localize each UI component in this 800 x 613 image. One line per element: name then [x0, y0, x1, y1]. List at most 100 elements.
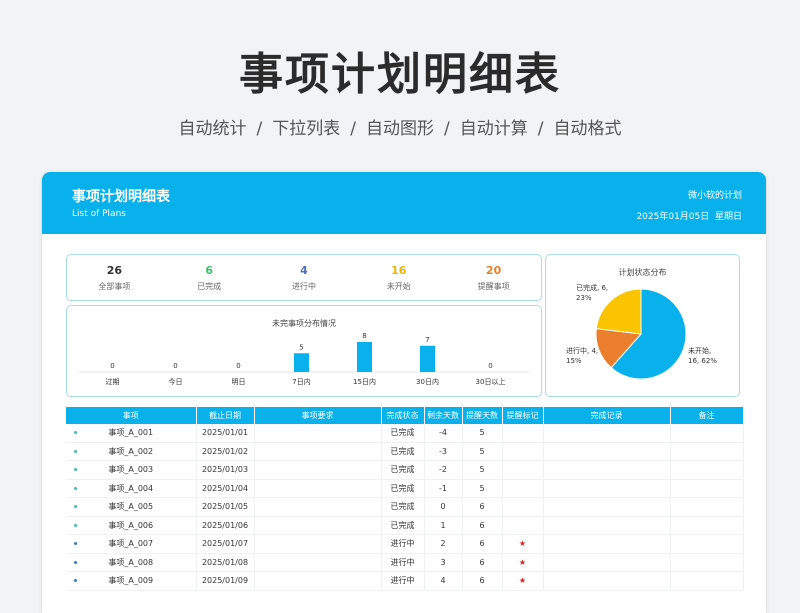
- column-header[interactable]: 事项要求: [254, 407, 382, 424]
- table-cell-note[interactable]: [670, 516, 744, 535]
- table-cell-mark[interactable]: [502, 497, 544, 517]
- table-row[interactable]: 事项_A_001 2025/01/01 已完成 -4 5: [66, 424, 744, 443]
- column-header[interactable]: 剩余天数: [424, 407, 463, 424]
- table-cell-remain[interactable]: 2: [424, 534, 463, 554]
- table-cell-record[interactable]: [543, 442, 671, 461]
- table-cell-date[interactable]: 2025/01/03: [196, 460, 255, 480]
- table-cell-remind[interactable]: 5: [462, 424, 503, 443]
- table-cell-remind[interactable]: 5: [462, 442, 503, 461]
- table-cell-status[interactable]: 已完成: [381, 516, 425, 535]
- table-cell-mark[interactable]: [502, 516, 544, 535]
- table-cell-status[interactable]: 进行中: [381, 553, 425, 572]
- table-cell-date[interactable]: 2025/01/08: [196, 553, 255, 572]
- table-cell-req[interactable]: [254, 553, 382, 572]
- table-cell-name[interactable]: 事项_A_009: [66, 571, 197, 591]
- table-row[interactable]: 事项_A_005 2025/01/05 已完成 0 6: [66, 497, 744, 517]
- table-cell-remind[interactable]: 5: [462, 460, 503, 480]
- table-cell-remind[interactable]: 6: [462, 571, 503, 591]
- table-cell-record[interactable]: [543, 516, 671, 535]
- table-cell-date[interactable]: 2025/01/09: [196, 571, 255, 591]
- table-cell-name[interactable]: 事项_A_006: [66, 516, 197, 535]
- table-row[interactable]: 事项_A_007 2025/01/07 进行中 2 6 ★: [66, 534, 744, 554]
- table-cell-note[interactable]: [670, 460, 744, 480]
- table-cell-req[interactable]: [254, 479, 382, 498]
- table-cell-status[interactable]: 进行中: [381, 571, 425, 591]
- table-cell-mark[interactable]: [502, 424, 544, 443]
- table-cell-note[interactable]: [670, 497, 744, 517]
- table-cell-note[interactable]: [670, 424, 744, 443]
- table-row[interactable]: 事项_A_002 2025/01/02 已完成 -3 5: [66, 442, 744, 461]
- table-cell-remind[interactable]: 6: [462, 553, 503, 572]
- table-cell-mark[interactable]: [502, 442, 544, 461]
- table-cell-mark[interactable]: ★: [502, 571, 544, 591]
- table-cell-req[interactable]: [254, 442, 382, 461]
- table-cell-note[interactable]: [670, 442, 744, 461]
- table-cell-note[interactable]: [670, 534, 744, 554]
- table-row[interactable]: 事项_A_008 2025/01/08 进行中 3 6 ★: [66, 553, 744, 572]
- table-cell-remain[interactable]: -1: [424, 479, 463, 498]
- table-cell-name[interactable]: 事项_A_007: [66, 534, 197, 554]
- feature-separator: /: [350, 119, 356, 139]
- table-row[interactable]: 事项_A_006 2025/01/06 已完成 1 6: [66, 516, 744, 535]
- table-cell-mark[interactable]: [502, 479, 544, 498]
- table-cell-note[interactable]: [670, 571, 744, 591]
- table-cell-record[interactable]: [543, 497, 671, 517]
- table-cell-remain[interactable]: 1: [424, 516, 463, 535]
- table-cell-mark[interactable]: ★: [502, 553, 544, 572]
- table-cell-record[interactable]: [543, 424, 671, 443]
- table-cell-status[interactable]: 已完成: [381, 442, 425, 461]
- table-cell-name[interactable]: 事项_A_002: [66, 442, 197, 461]
- table-cell-record[interactable]: [543, 479, 671, 498]
- table-cell-status[interactable]: 已完成: [381, 424, 425, 443]
- table-cell-remind[interactable]: 5: [462, 479, 503, 498]
- table-cell-remain[interactable]: -3: [424, 442, 463, 461]
- table-cell-record[interactable]: [543, 534, 671, 554]
- table-cell-req[interactable]: [254, 534, 382, 554]
- table-cell-remind[interactable]: 6: [462, 534, 503, 554]
- table-cell-record[interactable]: [543, 460, 671, 480]
- table-cell-date[interactable]: 2025/01/02: [196, 442, 255, 461]
- table-cell-date[interactable]: 2025/01/04: [196, 479, 255, 498]
- table-cell-remind[interactable]: 6: [462, 516, 503, 535]
- table-cell-date[interactable]: 2025/01/07: [196, 534, 255, 554]
- column-header[interactable]: 截止日期: [196, 407, 255, 424]
- table-row[interactable]: 事项_A_003 2025/01/03 已完成 -2 5: [66, 460, 744, 480]
- table-cell-remain[interactable]: 3: [424, 553, 463, 572]
- column-header[interactable]: 提醒天数: [462, 407, 503, 424]
- column-header[interactable]: 完成状态: [381, 407, 425, 424]
- table-cell-note[interactable]: [670, 553, 744, 572]
- table-cell-req[interactable]: [254, 424, 382, 443]
- column-header[interactable]: 事项: [66, 407, 197, 424]
- table-cell-name[interactable]: 事项_A_001: [66, 424, 197, 443]
- column-header[interactable]: 完成记录: [543, 407, 671, 424]
- table-row[interactable]: 事项_A_004 2025/01/04 已完成 -1 5: [66, 479, 744, 498]
- column-header[interactable]: 备注: [670, 407, 744, 424]
- table-cell-name[interactable]: 事项_A_008: [66, 553, 197, 572]
- table-cell-record[interactable]: [543, 553, 671, 572]
- table-cell-date[interactable]: 2025/01/05: [196, 497, 255, 517]
- table-cell-name[interactable]: 事项_A_005: [66, 497, 197, 517]
- table-cell-status[interactable]: 已完成: [381, 497, 425, 517]
- table-cell-remain[interactable]: -2: [424, 460, 463, 480]
- table-cell-remind[interactable]: 6: [462, 497, 503, 517]
- table-cell-status[interactable]: 已完成: [381, 460, 425, 480]
- table-row[interactable]: 事项_A_009 2025/01/09 进行中 4 6 ★: [66, 571, 744, 591]
- table-cell-name[interactable]: 事项_A_004: [66, 479, 197, 498]
- table-cell-remain[interactable]: 0: [424, 497, 463, 517]
- table-cell-req[interactable]: [254, 571, 382, 591]
- table-cell-req[interactable]: [254, 460, 382, 480]
- column-header[interactable]: 提醒标记: [502, 407, 544, 424]
- table-cell-status[interactable]: 已完成: [381, 479, 425, 498]
- table-cell-req[interactable]: [254, 516, 382, 535]
- table-cell-status[interactable]: 进行中: [381, 534, 425, 554]
- table-cell-mark[interactable]: [502, 460, 544, 480]
- table-cell-mark[interactable]: ★: [502, 534, 544, 554]
- table-cell-remain[interactable]: -4: [424, 424, 463, 443]
- table-cell-date[interactable]: 2025/01/06: [196, 516, 255, 535]
- table-cell-name[interactable]: 事项_A_003: [66, 460, 197, 480]
- table-cell-remain[interactable]: 4: [424, 571, 463, 591]
- table-cell-note[interactable]: [670, 479, 744, 498]
- table-cell-req[interactable]: [254, 497, 382, 517]
- table-cell-record[interactable]: [543, 571, 671, 591]
- table-cell-date[interactable]: 2025/01/01: [196, 424, 255, 443]
